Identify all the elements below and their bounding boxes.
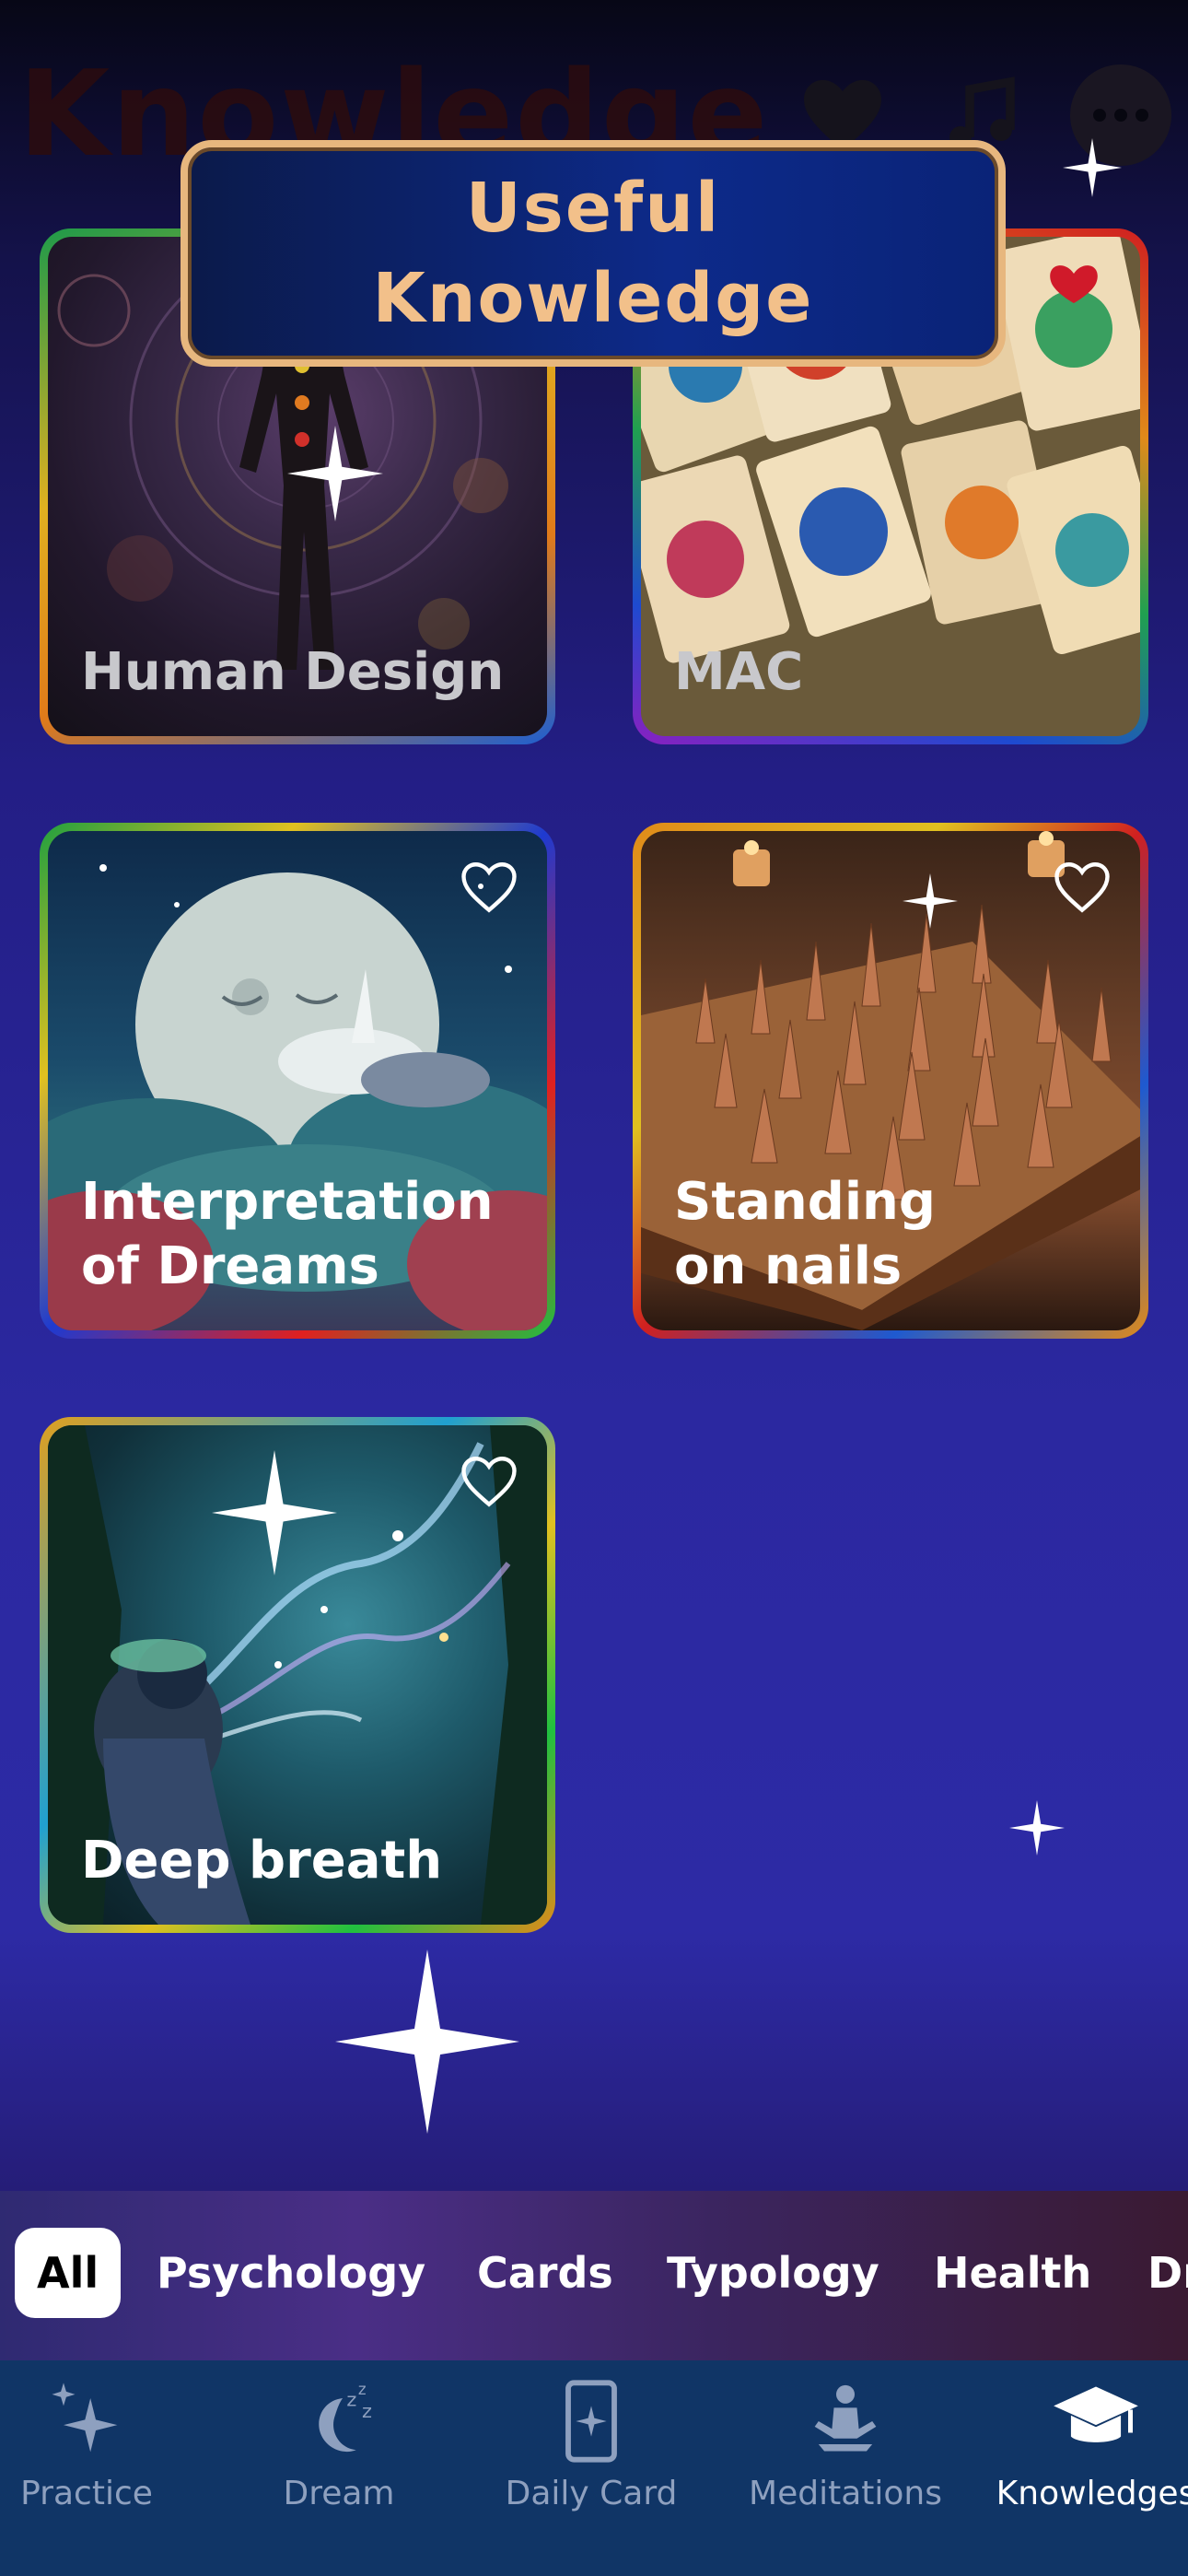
svg-text:z: z bbox=[362, 2400, 372, 2422]
card-title: MAC bbox=[674, 642, 804, 702]
banner-line-1: Useful bbox=[465, 169, 721, 248]
card-image: Standing on nails bbox=[641, 831, 1140, 1330]
bottom-tab-bar: Practice z z z Dream Daily Card Meditati… bbox=[0, 2360, 1188, 2576]
card-title: Deep breath bbox=[81, 1831, 443, 1891]
card-standing-on-nails[interactable]: Standing on nails bbox=[633, 823, 1148, 1339]
svg-text:z: z bbox=[346, 2388, 356, 2410]
favorite-heart-icon[interactable] bbox=[1052, 857, 1112, 918]
svg-text:z: z bbox=[358, 2381, 367, 2398]
sparkle-star-icon bbox=[1063, 138, 1122, 197]
tab-label: Practice bbox=[20, 2475, 153, 2512]
card-title: Standing on nails bbox=[674, 1172, 936, 1296]
sparkle-star-icon bbox=[1009, 1800, 1065, 1856]
moon-icon: z z z bbox=[319, 2381, 372, 2453]
meditation-icon bbox=[814, 2384, 877, 2452]
banner-line-2: Knowledge bbox=[372, 259, 814, 338]
filter-chip-all[interactable]: All bbox=[15, 2228, 122, 2318]
tab-practice[interactable]: Practice bbox=[0, 2375, 206, 2559]
tab-dream[interactable]: z z z Dream bbox=[219, 2375, 459, 2559]
sparkle-star-icon bbox=[335, 1950, 519, 2134]
tab-daily-card[interactable]: Daily Card bbox=[472, 2375, 711, 2559]
tab-knowledges[interactable]: Knowledges bbox=[976, 2375, 1188, 2559]
card-interpretation-of-dreams[interactable]: Interpretation of Dreams bbox=[40, 823, 555, 1339]
tab-label: Meditations bbox=[749, 2475, 942, 2512]
card-icon bbox=[565, 2380, 617, 2463]
sparkle-star-icon bbox=[903, 873, 958, 929]
filter-chip-health[interactable]: Health bbox=[912, 2228, 1113, 2318]
favorite-heart-icon[interactable] bbox=[459, 857, 519, 918]
filter-chip-dr[interactable]: Dr bbox=[1125, 2228, 1188, 2318]
graduation-cap-icon bbox=[1054, 2386, 1138, 2442]
tab-label: Dream bbox=[283, 2475, 395, 2512]
card-title: Human Design bbox=[81, 642, 505, 702]
knowledge-screen: Knowledge Human Design MAC Useful Knowle… bbox=[0, 0, 1188, 2576]
favorite-heart-icon[interactable] bbox=[459, 1451, 519, 1512]
filter-chip-cards[interactable]: Cards bbox=[455, 2228, 635, 2318]
sparkle-star-icon bbox=[212, 1450, 337, 1575]
card-title: Interpretation of Dreams bbox=[81, 1172, 494, 1296]
sparkles-icon bbox=[52, 2383, 118, 2453]
useful-knowledge-banner: Useful Knowledge bbox=[181, 140, 1006, 367]
filter-chip-psychology[interactable]: Psychology bbox=[134, 2228, 448, 2318]
tab-meditations[interactable]: Meditations bbox=[726, 2375, 965, 2559]
tab-label: Knowledges bbox=[996, 2475, 1188, 2512]
card-image: Interpretation of Dreams bbox=[48, 831, 547, 1330]
tab-label: Daily Card bbox=[505, 2475, 678, 2512]
sparkle-star-icon bbox=[287, 426, 383, 521]
filter-chip-typology[interactable]: Typology bbox=[645, 2228, 902, 2318]
category-filter-bar[interactable]: All Psychology Cards Typology Health Dr bbox=[0, 2191, 1188, 2360]
